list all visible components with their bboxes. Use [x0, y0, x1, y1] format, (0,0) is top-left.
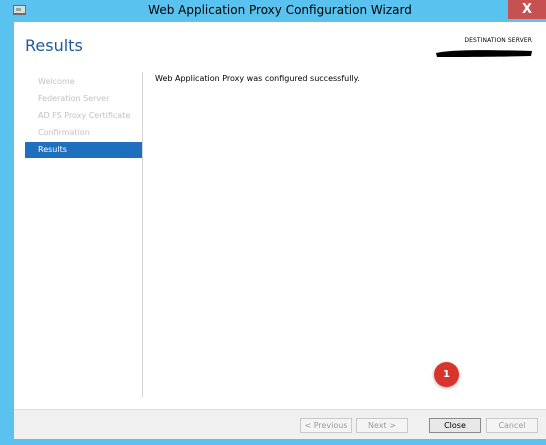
- wizard-window: Web Application Proxy Configuration Wiza…: [0, 0, 546, 445]
- close-button[interactable]: Close: [429, 418, 481, 433]
- title-bar: Web Application Proxy Configuration Wiza…: [7, 0, 546, 22]
- close-window-button[interactable]: X: [508, 0, 546, 19]
- nav-step-adfs-proxy-certificate[interactable]: AD FS Proxy Certificate: [25, 108, 142, 124]
- next-button[interactable]: Next >: [356, 418, 408, 433]
- button-bar: < Previous Next > Close Cancel: [14, 409, 546, 439]
- cancel-button[interactable]: Cancel: [486, 418, 538, 433]
- nav-step-federation-server[interactable]: Federation Server: [25, 91, 142, 107]
- wizard-steps-nav: Welcome Federation Server AD FS Proxy Ce…: [25, 74, 142, 159]
- wizard-client-area: Results DESTINATION SERVER Welcome Feder…: [14, 22, 546, 439]
- page-title: Results: [25, 36, 83, 55]
- nav-step-confirmation[interactable]: Confirmation: [25, 125, 142, 141]
- nav-step-welcome[interactable]: Welcome: [25, 74, 142, 90]
- nav-step-results[interactable]: Results: [25, 142, 142, 158]
- window-title: Web Application Proxy Configuration Wiza…: [148, 3, 412, 17]
- step-number-badge: 1: [434, 362, 459, 387]
- nav-divider: [142, 72, 143, 397]
- result-message: Web Application Proxy was configured suc…: [155, 74, 360, 83]
- destination-server-label: DESTINATION SERVER: [464, 37, 532, 44]
- previous-button[interactable]: < Previous: [300, 418, 352, 433]
- redacted-server-name: [436, 50, 532, 57]
